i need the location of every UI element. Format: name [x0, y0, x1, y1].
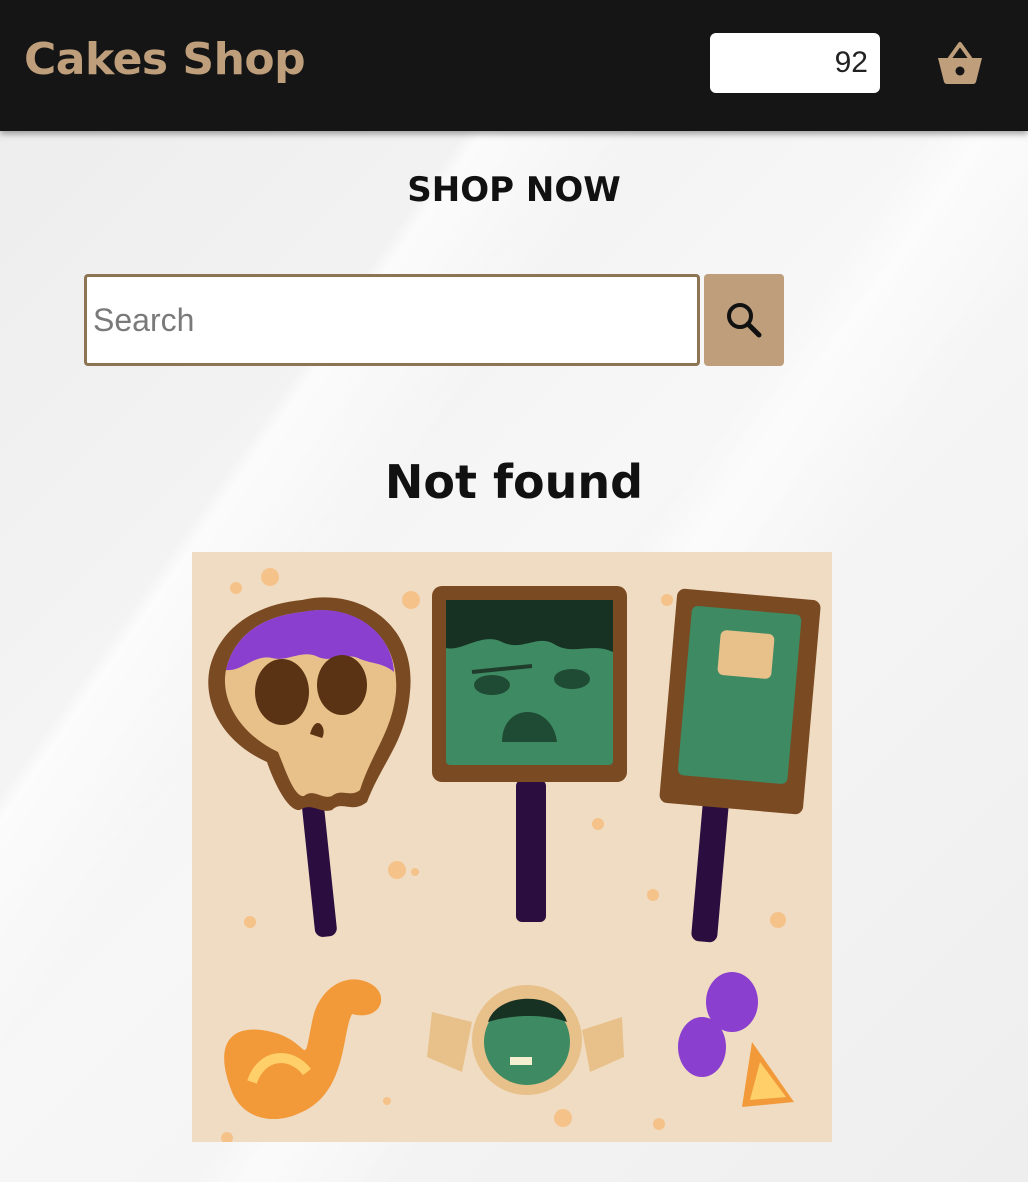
search-icon [727, 303, 762, 338]
halloween-candy-illustration [192, 552, 832, 1144]
search-button[interactable] [704, 274, 784, 366]
cart-count-display: 92 [710, 33, 880, 93]
page-title: SHOP NOW [407, 170, 621, 210]
search-input[interactable] [84, 274, 700, 366]
brand-logo-text[interactable]: Cakes Shop [24, 34, 306, 85]
basket-icon[interactable] [932, 38, 988, 88]
empty-state-message: Not found [384, 455, 644, 509]
top-nav: Cakes Shop 92 [0, 0, 1028, 131]
